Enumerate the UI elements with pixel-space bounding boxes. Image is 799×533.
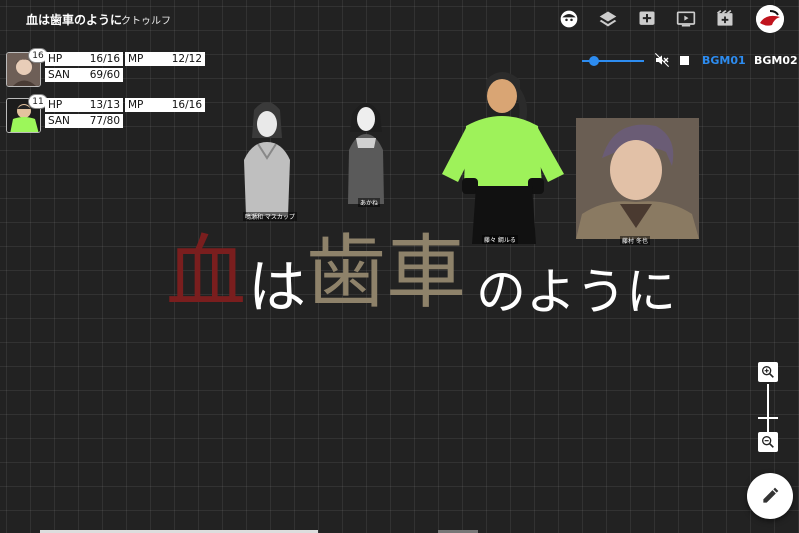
hp-bar: HP 16/16 (45, 52, 123, 66)
san-value: 69/60 (89, 69, 120, 81)
zoom-out-icon (762, 436, 774, 448)
hp-label: HP (48, 53, 63, 65)
pencil-icon (763, 487, 779, 503)
san-bar: SAN 77/80 (45, 114, 123, 128)
bgm-track-2[interactable]: BGM02 (754, 54, 798, 67)
character-figure[interactable] (346, 94, 386, 204)
logo-rest-text: のように (476, 263, 677, 321)
character-figure[interactable] (242, 98, 292, 216)
mp-bar: MP 16/16 (125, 98, 205, 112)
bgm-track-1[interactable]: BGM01 (702, 54, 746, 67)
hp-value: 13/13 (89, 99, 120, 111)
room-title[interactable]: 血は歯車のように (26, 11, 122, 28)
zoom-out-button[interactable] (758, 432, 778, 452)
logo-particle-text: は (248, 253, 307, 321)
stop-icon[interactable] (680, 56, 689, 65)
account-avatar-icon[interactable] (756, 5, 784, 33)
hp-value: 16/16 (89, 53, 120, 65)
volume-slider-handle[interactable] (589, 56, 599, 66)
san-value: 77/80 (89, 115, 120, 127)
mp-bar: MP 12/12 (125, 52, 205, 66)
mp-value: 12/12 (171, 53, 202, 65)
game-system-label: クトゥルフ (121, 16, 171, 27)
hp-bar: HP 13/13 (45, 98, 123, 112)
mp-value: 16/16 (171, 99, 202, 111)
logo-blood-text: 血 (166, 226, 246, 319)
zoom-slider-handle[interactable] (758, 417, 778, 419)
video-icon[interactable] (675, 8, 697, 30)
zoom-in-button[interactable] (758, 362, 778, 382)
san-bar: SAN 69/60 (45, 68, 123, 82)
scenario-title-logo: 血は歯車 のように (166, 208, 676, 321)
san-label: SAN (48, 115, 70, 127)
scene-icon[interactable] (714, 8, 736, 30)
hp-label: HP (48, 99, 63, 111)
layers-icon[interactable] (597, 8, 619, 30)
figure-label: あかね (358, 198, 381, 207)
edit-fab-button[interactable] (747, 473, 793, 519)
zoom-slider-track[interactable] (767, 384, 769, 432)
mp-label: MP (128, 99, 144, 111)
san-label: SAN (48, 69, 70, 81)
mp-label: MP (128, 53, 144, 65)
character-face-icon[interactable] (558, 8, 580, 30)
volume-mute-icon[interactable] (654, 52, 670, 68)
top-bar: 血は歯車のように クトゥルフ (0, 0, 799, 38)
logo-gear-text: 歯車 (306, 226, 467, 319)
add-note-icon[interactable] (636, 8, 658, 30)
zoom-in-icon (762, 366, 774, 378)
